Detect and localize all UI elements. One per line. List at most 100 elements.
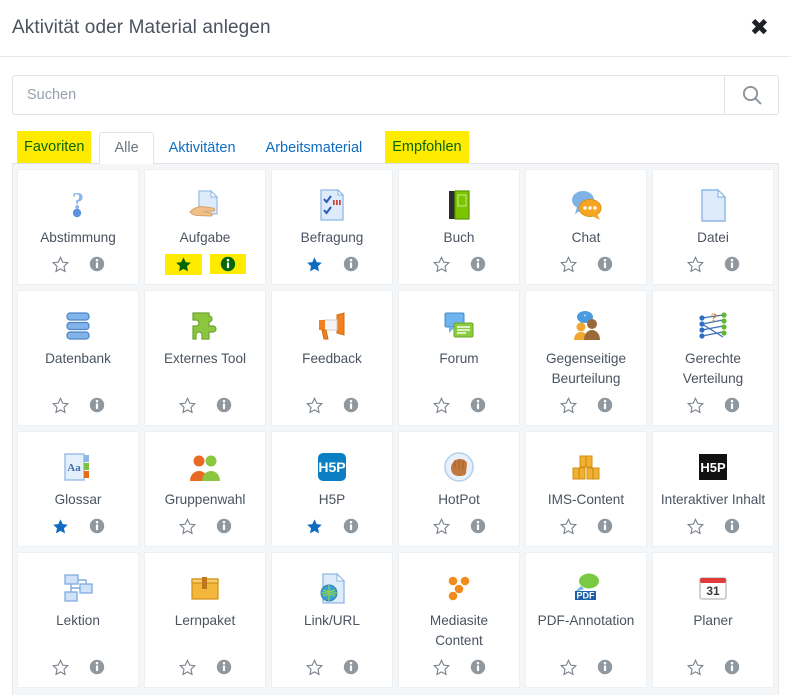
star-outline-icon[interactable] bbox=[559, 658, 577, 676]
search-input[interactable] bbox=[12, 75, 724, 115]
star-outline-icon[interactable] bbox=[178, 517, 196, 535]
star-outline-icon[interactable] bbox=[686, 255, 704, 273]
activity-card[interactable]: 31 Planer bbox=[652, 552, 774, 688]
star-outline-icon[interactable] bbox=[51, 658, 69, 676]
star-outline-icon[interactable] bbox=[305, 396, 323, 414]
network-nodes-icon: ? bbox=[657, 307, 769, 345]
activity-card[interactable]: ? Gerechte Verteilung bbox=[652, 290, 774, 426]
file-icon bbox=[657, 186, 769, 224]
info-icon[interactable] bbox=[724, 659, 740, 675]
activity-card[interactable]: Gruppenwahl bbox=[144, 431, 266, 547]
star-filled-icon[interactable] bbox=[306, 256, 323, 273]
activity-card[interactable]: PDF PDF-Annotation bbox=[525, 552, 647, 688]
star-outline-icon[interactable] bbox=[432, 396, 450, 414]
flowchart-icon bbox=[22, 569, 134, 607]
star-outline-icon[interactable] bbox=[686, 658, 704, 676]
search-button[interactable] bbox=[724, 75, 779, 115]
info-icon[interactable] bbox=[343, 518, 359, 534]
activity-card[interactable]: HotPot bbox=[398, 431, 520, 547]
tab-arbeitsmaterial[interactable]: Arbeitsmaterial bbox=[251, 132, 378, 164]
tab-aktivit-ten[interactable]: Aktivitäten bbox=[154, 132, 251, 164]
star-outline-icon[interactable] bbox=[432, 517, 450, 535]
activity-card[interactable]: Lernpaket bbox=[144, 552, 266, 688]
add-activity-modal: Aktivität oder Material anlegen ✖ Favori… bbox=[0, 0, 791, 695]
star-filled-icon[interactable] bbox=[52, 518, 69, 535]
activity-card[interactable]: Link/URL bbox=[271, 552, 393, 688]
info-icon[interactable] bbox=[724, 256, 740, 272]
hand-document-icon bbox=[149, 186, 261, 224]
info-icon[interactable] bbox=[89, 397, 105, 413]
activity-grid-scroll[interactable]: ? Abstimmung Aufgabe Befragung Buch Chat Datei… bbox=[12, 164, 779, 695]
activity-card[interactable]: H5P Interaktiver Inhalt bbox=[652, 431, 774, 547]
info-icon[interactable] bbox=[216, 659, 232, 675]
star-outline-icon[interactable] bbox=[559, 255, 577, 273]
speech-bubbles-icon bbox=[530, 186, 642, 224]
info-icon[interactable] bbox=[724, 518, 740, 534]
activity-card[interactable]: Chat bbox=[525, 169, 647, 285]
tab-empfohlen[interactable]: Empfohlen bbox=[385, 131, 469, 163]
activity-card[interactable]: " Gegenseitige Beurteilung bbox=[525, 290, 647, 426]
info-icon[interactable] bbox=[470, 256, 486, 272]
activity-card[interactable]: Feedback bbox=[271, 290, 393, 426]
activity-card-actions bbox=[559, 254, 613, 274]
activity-card-label: H5P bbox=[318, 492, 346, 507]
activity-card[interactable]: Externes Tool bbox=[144, 290, 266, 426]
hand-fist-icon bbox=[403, 448, 515, 486]
star-outline-icon[interactable] bbox=[559, 396, 577, 414]
activity-card-actions bbox=[432, 516, 486, 536]
info-icon[interactable] bbox=[89, 256, 105, 272]
activity-card[interactable]: Forum bbox=[398, 290, 520, 426]
star-filled-icon[interactable] bbox=[306, 518, 323, 535]
activity-card-label: Befragung bbox=[300, 230, 364, 245]
star-outline-icon[interactable] bbox=[432, 658, 450, 676]
info-icon[interactable] bbox=[89, 659, 105, 675]
star-outline-icon[interactable] bbox=[51, 255, 69, 273]
svg-text:": " bbox=[583, 313, 586, 322]
activity-card[interactable]: Datei bbox=[652, 169, 774, 285]
activity-card-label: Lektion bbox=[56, 613, 100, 628]
tab-alle[interactable]: Alle bbox=[99, 132, 154, 164]
info-icon[interactable] bbox=[597, 518, 613, 534]
info-icon[interactable] bbox=[89, 518, 105, 534]
info-icon[interactable] bbox=[470, 397, 486, 413]
activity-card[interactable]: Lektion bbox=[17, 552, 139, 688]
puzzle-piece-icon bbox=[149, 307, 261, 345]
info-icon[interactable] bbox=[216, 518, 232, 534]
activity-card-label: Forum bbox=[439, 351, 479, 366]
activity-card-label: PDF-Annotation bbox=[537, 613, 635, 628]
tab-favoriten[interactable]: Favoriten bbox=[17, 131, 92, 163]
pdf-bubble-icon: PDF bbox=[530, 569, 642, 607]
star-outline-icon[interactable] bbox=[178, 658, 196, 676]
activity-card[interactable]: Aufgabe bbox=[144, 169, 266, 285]
info-icon[interactable] bbox=[470, 518, 486, 534]
activity-card[interactable]: Buch bbox=[398, 169, 520, 285]
info-icon[interactable] bbox=[724, 397, 740, 413]
info-icon[interactable] bbox=[343, 397, 359, 413]
star-outline-icon[interactable] bbox=[51, 396, 69, 414]
activity-card[interactable]: Mediasite Content bbox=[398, 552, 520, 688]
info-icon[interactable] bbox=[343, 256, 359, 272]
star-outline-icon[interactable] bbox=[432, 255, 450, 273]
activity-card[interactable]: Datenbank bbox=[17, 290, 139, 426]
activity-card[interactable]: Aa Glossar bbox=[17, 431, 139, 547]
close-icon[interactable]: ✖ bbox=[746, 15, 773, 42]
glossary-aa-icon: Aa bbox=[22, 448, 134, 486]
star-filled-icon[interactable] bbox=[164, 253, 202, 275]
package-box-icon bbox=[149, 569, 261, 607]
activity-card[interactable]: Befragung bbox=[271, 169, 393, 285]
activity-card[interactable]: ? Abstimmung bbox=[17, 169, 139, 285]
info-icon[interactable] bbox=[597, 256, 613, 272]
info-icon[interactable] bbox=[597, 397, 613, 413]
activity-card[interactable]: IMS-Content bbox=[525, 431, 647, 547]
info-icon[interactable] bbox=[209, 254, 246, 274]
info-icon[interactable] bbox=[216, 397, 232, 413]
info-icon[interactable] bbox=[597, 659, 613, 675]
star-outline-icon[interactable] bbox=[178, 396, 196, 414]
star-outline-icon[interactable] bbox=[686, 396, 704, 414]
star-outline-icon[interactable] bbox=[559, 517, 577, 535]
star-outline-icon[interactable] bbox=[686, 517, 704, 535]
info-icon[interactable] bbox=[343, 659, 359, 675]
star-outline-icon[interactable] bbox=[305, 658, 323, 676]
info-icon[interactable] bbox=[470, 659, 486, 675]
activity-card[interactable]: H5P H5P bbox=[271, 431, 393, 547]
